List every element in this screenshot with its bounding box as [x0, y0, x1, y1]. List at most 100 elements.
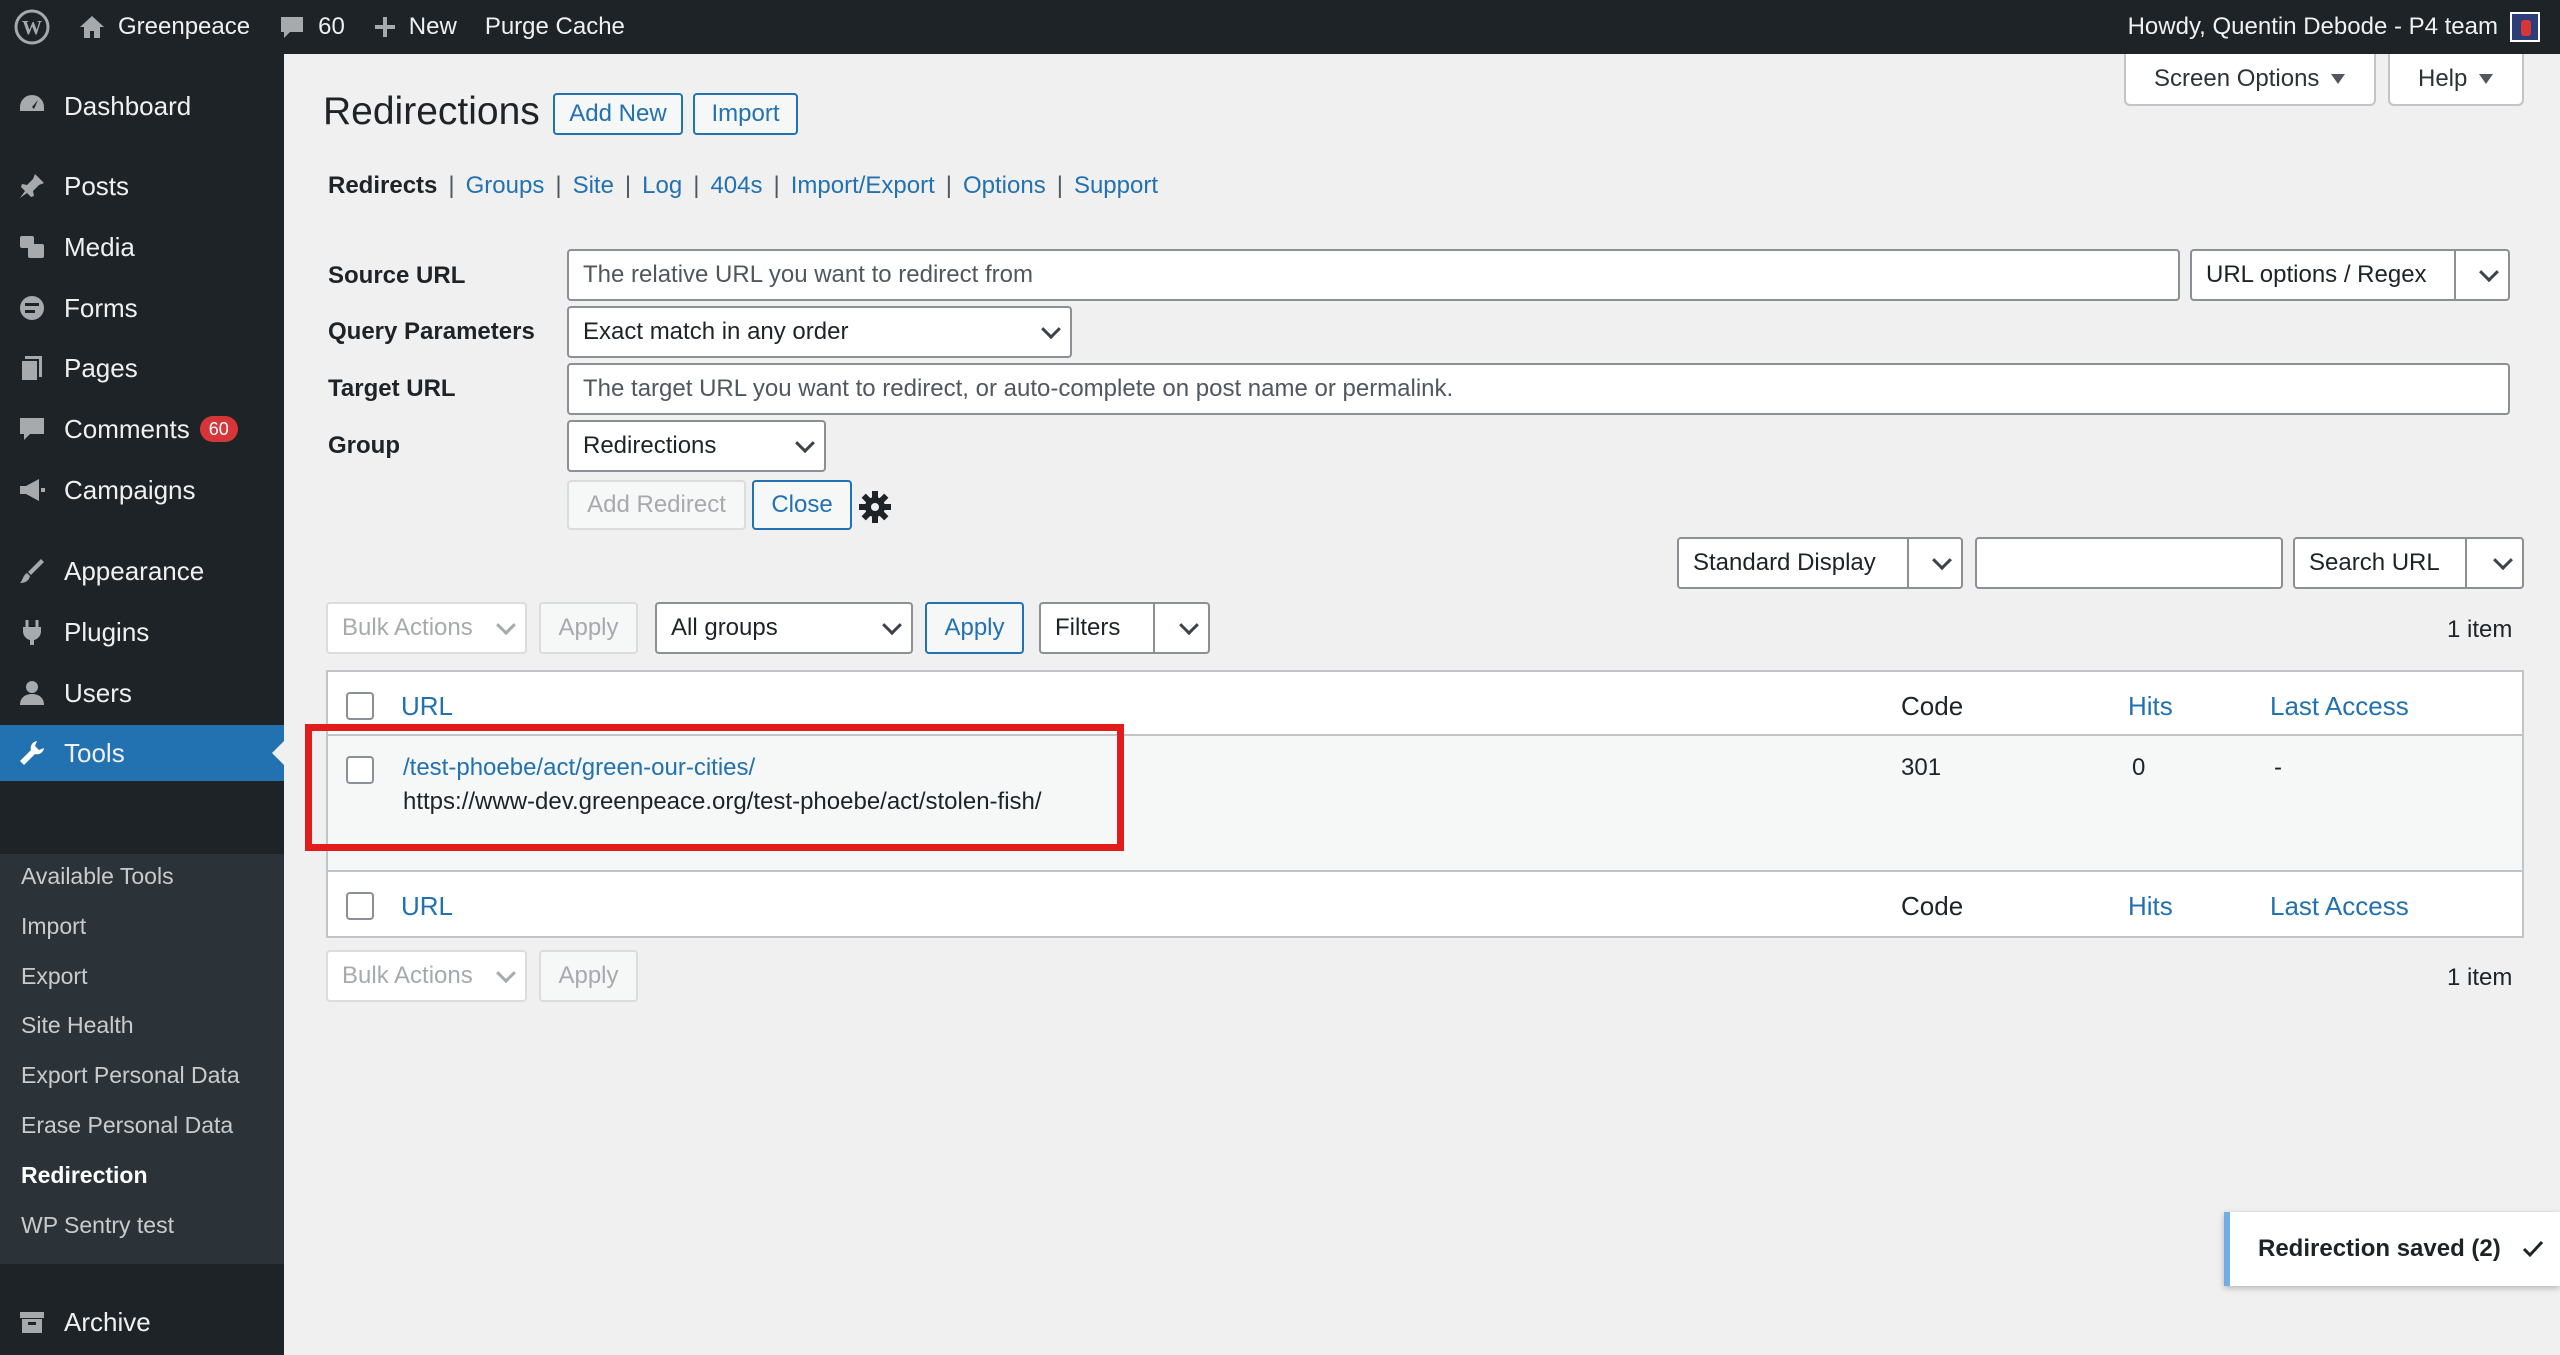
redirection-saved-notice[interactable]: Redirection saved (2): [2224, 1212, 2560, 1286]
submenu-item[interactable]: Available Tools: [21, 863, 174, 890]
sidebar-item-forms[interactable]: Forms: [0, 280, 284, 336]
bulk-apply-button-top[interactable]: Apply: [539, 602, 638, 654]
group-filter-select[interactable]: All groups: [655, 602, 913, 654]
wordpress-logo-icon[interactable]: W: [0, 0, 64, 54]
source-url-placeholder: The relative URL you want to redirect fr…: [583, 261, 1033, 288]
table-footer-row: URL Code Hits Last Access: [328, 872, 2522, 936]
user-greeting[interactable]: Howdy, Quentin Debode - P4 team: [2128, 13, 2498, 41]
comments-icon: [0, 414, 64, 444]
select-all-checkbox[interactable]: [346, 692, 374, 720]
source-url-input[interactable]: The relative URL you want to redirect fr…: [567, 249, 2180, 301]
sidebar-item-label: Tools: [64, 737, 125, 768]
add-redirect-button[interactable]: Add Redirect: [567, 480, 746, 530]
help-button[interactable]: Help: [2388, 54, 2524, 106]
sidebar-item-media[interactable]: Media: [0, 219, 284, 275]
target-url-input[interactable]: The target URL you want to redirect, or …: [567, 363, 2510, 415]
screen-options-button[interactable]: Screen Options: [2124, 54, 2376, 106]
group-apply-button[interactable]: Apply: [925, 602, 1024, 654]
sidebar-item-label: Dashboard: [64, 90, 192, 121]
plug-icon: [0, 617, 64, 647]
chevron-down-icon: [1179, 615, 1199, 636]
checkmark-icon: [2522, 1240, 2543, 1258]
close-button[interactable]: Close: [752, 480, 852, 530]
admin-sidebar: Dashboard Posts Media Forms Pages Comments 60 C…: [0, 54, 284, 1355]
subnav-support[interactable]: Support: [1074, 172, 1158, 200]
subnav-options[interactable]: Options: [963, 172, 1046, 200]
chevron-down-icon: [1932, 550, 1952, 571]
admin-bar: W Greenpeace 60 New Purge Cache Howdy, Q…: [0, 0, 2560, 54]
submenu-item[interactable]: Redirection: [21, 1162, 148, 1189]
sidebar-item-users[interactable]: Users: [0, 665, 284, 721]
submenu-item[interactable]: Site Health: [21, 1012, 134, 1039]
subnav-site[interactable]: Site: [573, 172, 614, 200]
bulk-apply-button-bottom[interactable]: Apply: [539, 950, 638, 1002]
sidebar-item-comments[interactable]: Comments 60: [0, 401, 284, 457]
target-url-placeholder: The target URL you want to redirect, or …: [583, 375, 1454, 402]
display-mode-select[interactable]: Standard Display: [1677, 537, 1963, 589]
purge-cache-link[interactable]: Purge Cache: [471, 0, 639, 54]
new-content-link[interactable]: New: [359, 0, 471, 54]
column-last-access-header[interactable]: Last Access: [2270, 691, 2409, 722]
sidebar-item-label: Appearance: [64, 555, 205, 586]
chevron-down-icon: [496, 963, 516, 984]
bulk-actions-select-top[interactable]: Bulk Actions: [326, 602, 527, 654]
subnav-groups[interactable]: Groups: [466, 172, 545, 200]
subnav-log[interactable]: Log: [642, 172, 682, 200]
group-label: Group: [328, 432, 400, 459]
comments-link[interactable]: 60: [264, 0, 359, 54]
group-filter-value: All groups: [671, 614, 778, 641]
sidebar-item-posts[interactable]: Posts: [0, 158, 284, 214]
sidebar-item-archive[interactable]: Archive: [0, 1294, 284, 1350]
subnav-separator: |: [624, 172, 632, 199]
sidebar-item-appearance[interactable]: Appearance: [0, 543, 284, 599]
column-last-access-footer[interactable]: Last Access: [2270, 891, 2409, 922]
bulk-actions-value: Bulk Actions: [342, 614, 473, 641]
add-new-button[interactable]: Add New: [553, 93, 683, 135]
sidebar-item-label: Forms: [64, 292, 138, 323]
chevron-down-icon: [2479, 262, 2499, 283]
url-options-value: URL options / Regex: [2206, 261, 2427, 288]
comment-bubble-icon: [281, 17, 304, 38]
submenu-item[interactable]: WP Sentry test: [21, 1212, 174, 1239]
gear-icon[interactable]: [858, 490, 892, 531]
sidebar-item-campaigns[interactable]: Campaigns: [0, 462, 284, 518]
submenu-item[interactable]: Import: [21, 913, 86, 940]
sidebar-item-pages[interactable]: Pages: [0, 340, 284, 396]
triangle-down-icon: [2479, 74, 2494, 84]
sidebar-item-plugins[interactable]: Plugins: [0, 604, 284, 660]
search-input[interactable]: [1975, 537, 2283, 589]
chevron-down-icon: [1041, 319, 1061, 340]
select-all-checkbox-footer[interactable]: [346, 892, 374, 920]
subnav-404s[interactable]: 404s: [710, 172, 762, 200]
sidebar-item-dashboard[interactable]: Dashboard: [0, 78, 284, 134]
svg-text:W: W: [22, 17, 42, 39]
column-url-footer[interactable]: URL: [401, 891, 453, 922]
subnav-import-export[interactable]: Import/Export: [791, 172, 935, 200]
plus-icon: [374, 17, 395, 37]
subnav-redirects[interactable]: Redirects: [328, 172, 437, 200]
forms-icon: [0, 293, 64, 323]
megaphone-icon: [0, 475, 64, 505]
query-parameters-select[interactable]: Exact match in any order: [567, 306, 1072, 358]
pages-icon: [0, 353, 64, 383]
column-hits-footer[interactable]: Hits: [2128, 891, 2173, 922]
search-type-select[interactable]: Search URL: [2293, 537, 2524, 589]
submenu-item[interactable]: Export: [21, 963, 87, 990]
column-hits-header[interactable]: Hits: [2128, 691, 2173, 722]
pin-icon: [0, 171, 64, 201]
submenu-item[interactable]: Erase Personal Data: [21, 1112, 233, 1139]
tools-submenu: Available Tools Import Export Site Health Ex…: [0, 854, 284, 1264]
filters-select[interactable]: Filters: [1039, 602, 1210, 654]
import-button[interactable]: Import: [693, 93, 798, 135]
bulk-actions-select-bottom[interactable]: Bulk Actions: [326, 950, 527, 1002]
group-select[interactable]: Redirections: [567, 420, 826, 472]
site-name-link[interactable]: Greenpeace: [64, 0, 264, 54]
archive-icon: [0, 1307, 64, 1337]
avatar[interactable]: [2510, 12, 2540, 42]
submenu-item[interactable]: Export Personal Data: [21, 1062, 240, 1089]
group-value: Redirections: [583, 432, 717, 459]
dashboard-icon: [0, 91, 64, 121]
column-url-header[interactable]: URL: [401, 691, 453, 722]
sidebar-item-tools[interactable]: Tools: [0, 725, 284, 781]
url-options-select[interactable]: URL options / Regex: [2190, 249, 2510, 301]
